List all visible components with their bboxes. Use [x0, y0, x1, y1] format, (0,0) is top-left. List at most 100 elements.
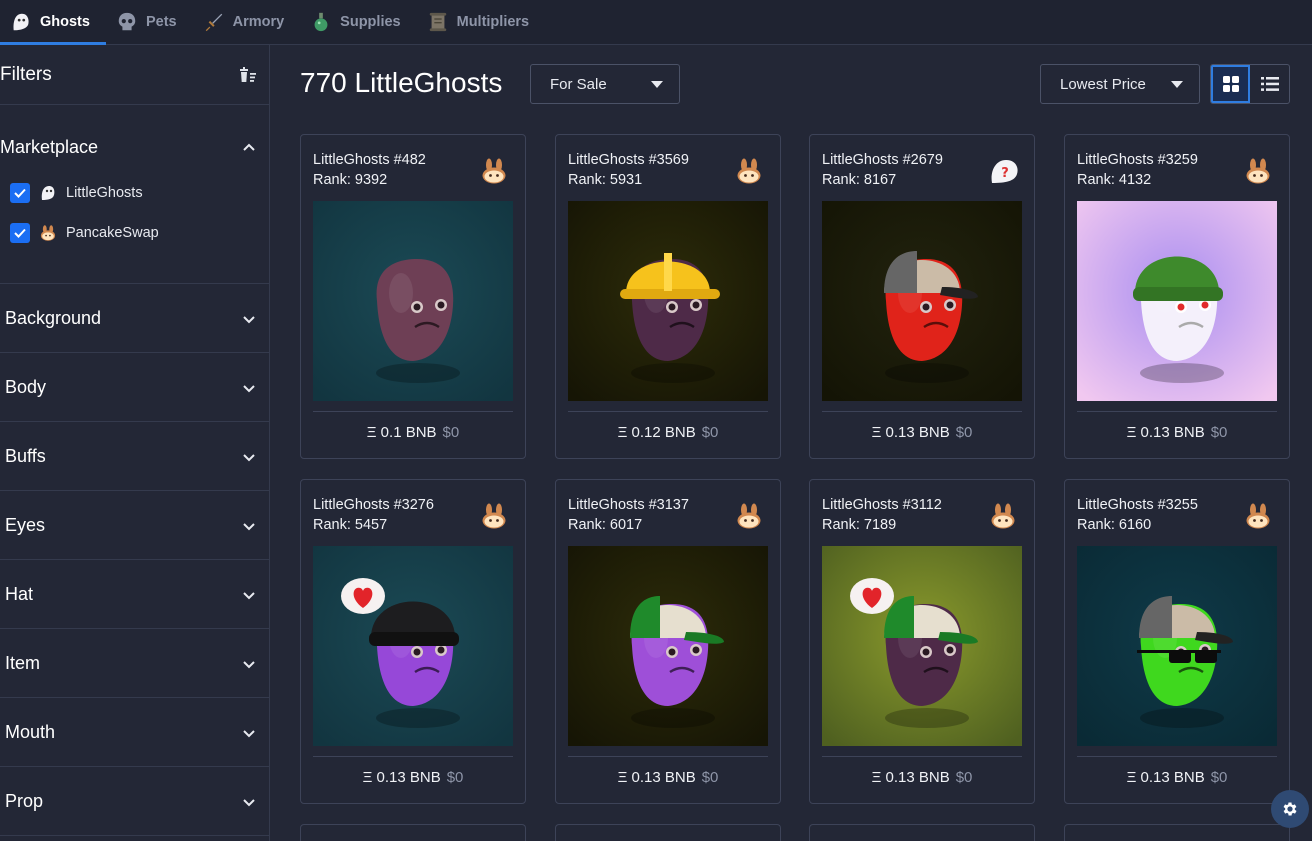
checkbox[interactable]: [10, 223, 30, 243]
nft-name: LittleGhosts #3569: [568, 152, 689, 168]
clear-filters-icon[interactable]: [237, 64, 259, 86]
tab-label: Supplies: [340, 14, 401, 30]
facet-eyes[interactable]: Eyes: [0, 491, 269, 560]
checkbox[interactable]: [10, 183, 30, 203]
sale-filter-dropdown[interactable]: For Sale: [530, 64, 680, 104]
tab-armory[interactable]: Armory: [193, 0, 301, 44]
facet-label: Hat: [5, 583, 34, 604]
nft-image: [822, 201, 1022, 401]
nft-price: Ξ 0.12 BNB $0: [556, 424, 780, 441]
ghost-icon: ?: [989, 157, 1018, 185]
chevron-down-icon: [243, 308, 255, 329]
bunny-icon: [989, 502, 1017, 530]
sort-dropdown[interactable]: Lowest Price: [1040, 64, 1200, 104]
bunny-icon: [480, 157, 508, 185]
nft-card[interactable]: [1064, 824, 1290, 841]
facet-list: Background Body Buffs Eyes Hat Item Mouth Prop: [0, 284, 269, 836]
price-usd: $0: [442, 424, 460, 441]
view-toggle: [1210, 64, 1290, 104]
sort-value: Lowest Price: [1060, 75, 1146, 93]
price-bnb: Ξ 0.12 BNB: [617, 424, 696, 441]
nft-card[interactable]: LittleGhosts #3112 Rank: 7189 Ξ 0.13 BNB $0: [809, 479, 1035, 804]
nft-name: LittleGhosts #3112: [822, 497, 942, 513]
nft-card[interactable]: LittleGhosts #482 Rank: 9392 Ξ 0.1 BNB $0: [300, 134, 526, 459]
divider: [313, 756, 513, 757]
list-icon: [1260, 77, 1279, 91]
bunny-icon: [735, 157, 763, 185]
nft-card[interactable]: LittleGhosts #3137 Rank: 6017 Ξ 0.13 BNB $0: [555, 479, 781, 804]
facet-label: Eyes: [5, 514, 46, 535]
nft-image: [313, 546, 513, 746]
ghost-icon: [10, 11, 32, 33]
facet-hat[interactable]: Hat: [0, 560, 269, 629]
nft-price: Ξ 0.13 BNB $0: [301, 769, 525, 786]
tab-multipliers[interactable]: Multipliers: [417, 0, 546, 44]
price-bnb: Ξ 0.13 BNB: [362, 769, 441, 786]
nft-image: [568, 546, 768, 746]
chevron-down-icon: [243, 722, 255, 743]
marketplace-title: Marketplace: [0, 136, 99, 157]
price-bnb: Ξ 0.1 BNB: [366, 424, 437, 441]
nft-rank: Rank: 5931: [568, 172, 643, 188]
nft-rank: Rank: 9392: [313, 172, 388, 188]
tab-label: Armory: [232, 14, 285, 30]
divider: [1077, 411, 1277, 412]
nft-price: Ξ 0.13 BNB $0: [556, 769, 780, 786]
chevron-down-icon: [243, 446, 255, 467]
sale-filter-value: For Sale: [550, 75, 607, 93]
nft-rank: Rank: 5457: [313, 517, 388, 533]
nft-rank: Rank: 6160: [1077, 517, 1152, 533]
facet-body[interactable]: Body: [0, 353, 269, 422]
nft-card[interactable]: LittleGhosts #3276 Rank: 5457 Ξ 0.13 BNB $0: [300, 479, 526, 804]
chevron-down-icon: [243, 653, 255, 674]
nft-rank: Rank: 4132: [1077, 172, 1152, 188]
price-usd: $0: [701, 769, 719, 786]
price-usd: $0: [955, 424, 973, 441]
list-view-button[interactable]: [1250, 65, 1289, 103]
settings-button[interactable]: [1271, 790, 1309, 828]
price-usd: $0: [1210, 769, 1228, 786]
sword-icon: [203, 11, 225, 33]
price-bnb: Ξ 0.13 BNB: [1126, 769, 1205, 786]
facet-label: Background: [5, 307, 102, 328]
facet-buffs[interactable]: Buffs: [0, 422, 269, 491]
nft-card[interactable]: LittleGhosts #3255 Rank: 6160 Ξ 0.13 BNB $0: [1064, 479, 1290, 804]
price-usd: $0: [446, 769, 464, 786]
facet-background[interactable]: Background: [0, 284, 269, 353]
chevron-down-icon: [243, 791, 255, 812]
gear-icon: [1283, 802, 1297, 816]
grid-view-button[interactable]: [1211, 65, 1250, 103]
facet-mouth[interactable]: Mouth: [0, 698, 269, 767]
facet-label: Mouth: [5, 721, 56, 742]
price-bnb: Ξ 0.13 BNB: [871, 769, 950, 786]
nft-image: [1077, 201, 1277, 401]
nft-card[interactable]: LittleGhosts #2679 Rank: 8167? Ξ 0.13 BNB $…: [809, 134, 1035, 459]
nft-card[interactable]: LittleGhosts #3569 Rank: 5931 Ξ 0.12 BNB $0: [555, 134, 781, 459]
nft-card[interactable]: LittleGhosts #3259 Rank: 4132 Ξ 0.13 BNB $0: [1064, 134, 1290, 459]
chevron-up-icon: [243, 143, 255, 151]
bunny-icon: [735, 502, 763, 530]
page-title: 770 LittleGhosts: [300, 67, 503, 98]
nft-name: LittleGhosts #3259: [1077, 152, 1198, 168]
nft-card[interactable]: [300, 824, 526, 841]
bunny-icon: [1244, 502, 1272, 530]
marketplace-option-pancakeswap[interactable]: PancakeSwap: [0, 213, 269, 253]
facet-prop[interactable]: Prop: [0, 767, 269, 836]
nft-image: [822, 546, 1022, 746]
nft-image: [568, 201, 768, 401]
facet-item[interactable]: Item: [0, 629, 269, 698]
tab-ghosts[interactable]: Ghosts: [0, 0, 106, 45]
tab-label: Multipliers: [456, 14, 530, 30]
nft-image: [313, 201, 513, 401]
nft-card[interactable]: [809, 824, 1035, 841]
nft-card[interactable]: [555, 824, 781, 841]
chevron-down-icon: [243, 377, 255, 398]
tab-supplies[interactable]: Supplies: [300, 0, 416, 44]
tab-pets[interactable]: Pets: [106, 0, 193, 44]
filters-title: Filters: [0, 63, 52, 85]
filters-header: Filters: [0, 45, 269, 105]
nft-price: Ξ 0.13 BNB $0: [1065, 424, 1289, 441]
nft-name: LittleGhosts #2679: [822, 152, 943, 168]
chevron-down-icon: [243, 584, 255, 605]
marketplace-option-littleghosts[interactable]: LittleGhosts: [0, 173, 269, 213]
